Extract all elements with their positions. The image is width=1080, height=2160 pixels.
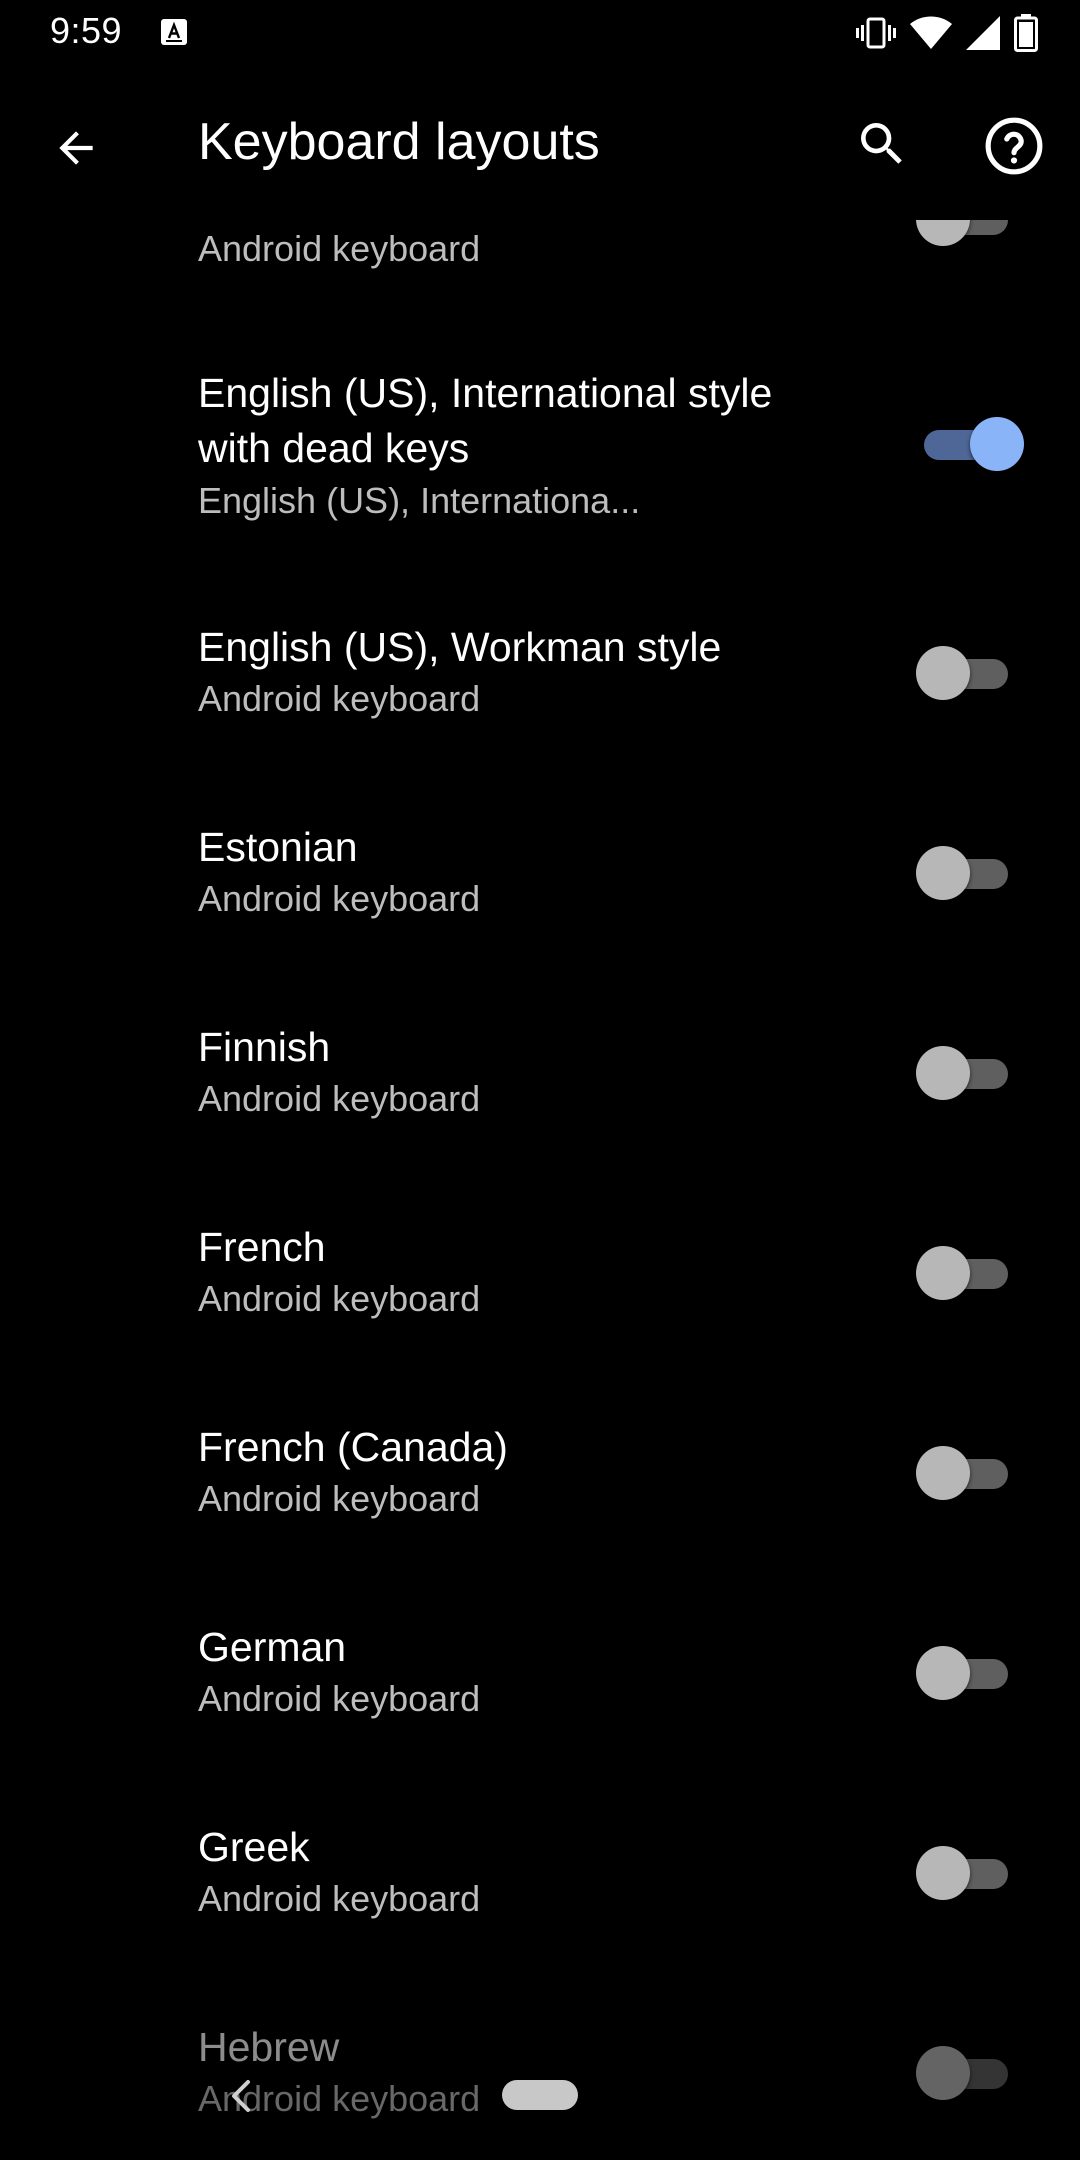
layout-subtitle: Android keyboard xyxy=(198,1678,481,1719)
layout-title: Estonian xyxy=(198,824,358,870)
help-icon xyxy=(985,117,1043,175)
layout-subtitle: Android keyboard xyxy=(198,1078,481,1119)
nav-back-icon[interactable] xyxy=(222,2076,262,2116)
app-bar: Keyboard layouts xyxy=(0,66,1080,220)
layout-toggle[interactable] xyxy=(916,846,1008,900)
layout-subtitle: Android keyboard xyxy=(198,1878,481,1919)
status-icons xyxy=(856,14,1038,52)
layout-toggle[interactable] xyxy=(918,417,1024,471)
vibrate-icon xyxy=(856,17,896,49)
toggle-thumb xyxy=(916,1246,970,1300)
toggle-thumb xyxy=(916,2046,970,2100)
layout-title: German xyxy=(198,1624,347,1670)
list-item[interactable]: Finnish Android keyboard xyxy=(0,1020,1080,1140)
list-item[interactable]: Estonian Android keyboard xyxy=(0,820,1080,940)
list-item[interactable]: English (US), International style with d… xyxy=(0,364,1080,534)
layout-toggle[interactable] xyxy=(916,1446,1008,1500)
layout-title: French xyxy=(198,1224,326,1270)
layout-toggle[interactable] xyxy=(916,1646,1008,1700)
keyboard-app-icon xyxy=(161,19,187,45)
layout-toggle[interactable] xyxy=(916,2046,1008,2100)
list-item[interactable]: French Android keyboard xyxy=(0,1220,1080,1340)
layout-title: Hebrew xyxy=(198,2024,340,2070)
toggle-thumb xyxy=(916,1046,970,1100)
toggle-thumb xyxy=(916,1846,970,1900)
layout-subtitle: Android keyboard xyxy=(198,678,481,719)
layout-toggle[interactable] xyxy=(916,1246,1008,1300)
home-pill-icon[interactable] xyxy=(502,2080,578,2110)
search-icon xyxy=(861,123,902,164)
toggle-thumb xyxy=(916,646,970,700)
search-button[interactable] xyxy=(842,104,922,184)
screen: Android keyboard English (US), Internati… xyxy=(0,0,1080,2160)
signal-icon xyxy=(966,16,1000,50)
layout-title: French (Canada) xyxy=(198,1424,508,1470)
wifi-icon xyxy=(910,16,952,49)
battery-icon xyxy=(1014,14,1038,52)
toggle-thumb xyxy=(970,417,1024,471)
page-title: Keyboard layouts xyxy=(198,113,600,171)
layout-title: Greek xyxy=(198,1824,310,1870)
list-item[interactable]: German Android keyboard xyxy=(0,1620,1080,1740)
layout-subtitle: Android keyboard xyxy=(198,228,481,269)
toggle-thumb xyxy=(916,846,970,900)
toggle-thumb xyxy=(916,1646,970,1700)
arrow-back-icon xyxy=(59,131,93,165)
toggle-thumb xyxy=(916,1446,970,1500)
list-item[interactable]: French (Canada) Android keyboard xyxy=(0,1420,1080,1540)
layout-title: English (US), Workman style xyxy=(198,624,722,670)
back-button[interactable] xyxy=(36,108,116,188)
layout-toggle[interactable] xyxy=(916,1046,1008,1100)
layout-toggle[interactable] xyxy=(916,1846,1008,1900)
status-time: 9:59 xyxy=(50,10,123,51)
list-item[interactable]: Greek Android keyboard xyxy=(0,1820,1080,1940)
layout-title: Finnish xyxy=(198,1024,331,1070)
layout-subtitle: Android keyboard xyxy=(198,1478,481,1519)
layout-subtitle: Android keyboard xyxy=(198,1278,481,1319)
help-button[interactable] xyxy=(972,104,1056,188)
status-bar: 9:59 xyxy=(0,0,1080,66)
keyboard-layout-list[interactable]: Android keyboard English (US), Internati… xyxy=(0,0,1080,2160)
layout-toggle[interactable] xyxy=(916,646,1008,700)
layout-title: English (US), International style with d… xyxy=(198,370,773,471)
layout-subtitle: Android keyboard xyxy=(198,878,481,919)
layout-subtitle: English (US), Internationa... xyxy=(198,480,641,521)
list-item[interactable]: English (US), Workman style Android keyb… xyxy=(0,620,1080,740)
